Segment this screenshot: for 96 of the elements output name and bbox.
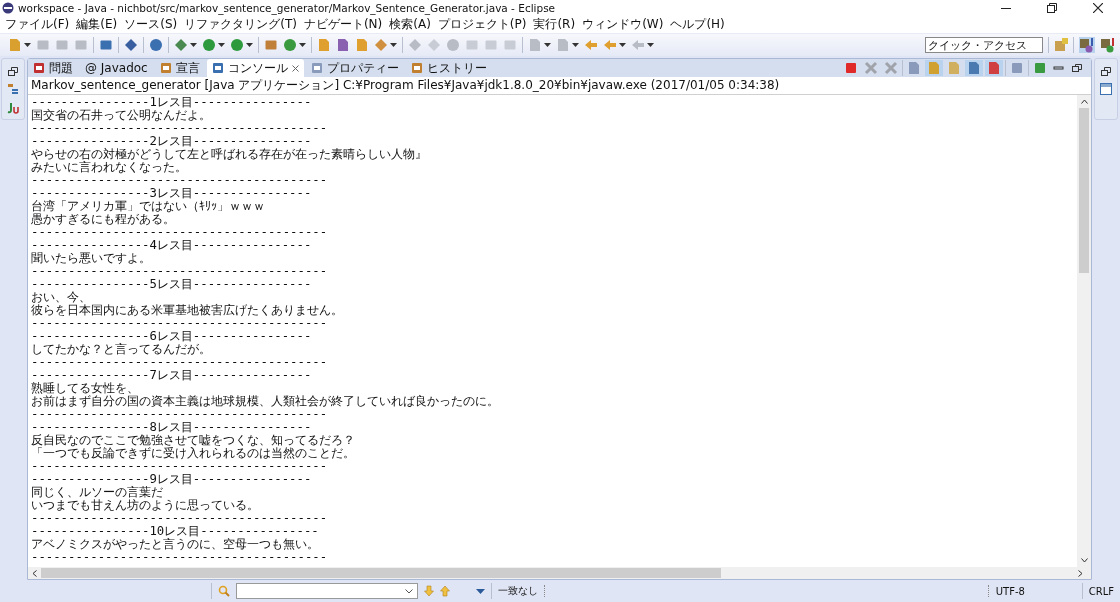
caret-icon[interactable]	[619, 43, 626, 47]
console-line: ----------------3レス目----------------	[31, 187, 313, 200]
find-field[interactable]	[235, 583, 418, 599]
search-icon	[217, 585, 230, 597]
view-icon	[310, 62, 323, 74]
caret-icon[interactable]	[190, 43, 197, 47]
view-icon	[410, 62, 423, 74]
caret-icon[interactable]	[299, 43, 306, 47]
console-line: ----------------10レス目----------------	[31, 525, 320, 538]
console-line: ----------------6レス目----------------	[31, 330, 313, 343]
view-tab[interactable]: 問題	[28, 59, 78, 77]
arrow-up-icon[interactable]	[439, 585, 450, 597]
caret-icon[interactable]	[572, 43, 579, 47]
menu-item[interactable]: 編集(E)	[76, 16, 118, 33]
console-line: 聞いたら悪いですよ。	[31, 252, 152, 265]
console-line: おい、今、	[31, 291, 92, 304]
console-line: 愚かすぎるにも程がある。	[31, 213, 176, 226]
menu-item[interactable]: リファクタリング(T)	[184, 16, 297, 33]
match-status: 一致なし	[497, 584, 538, 598]
console-line: ----------------4レス目----------------	[31, 239, 313, 252]
menu-item[interactable]: ウィンドウ(W)	[582, 16, 664, 33]
horizontal-scrollbar[interactable]	[28, 567, 1091, 579]
console-header: Markov_sentence_generator [Java アプリケーション] C:¥Program Files¥Java¥jdk1.8.0_20¥bin¥javaw.exe (2017/01/05 0:34:38)	[28, 77, 1091, 95]
console-line: ----------------------------------------	[31, 265, 329, 278]
console-line: 同じく、ルソーの言葉だ	[31, 486, 164, 499]
console-line: ----------------------------------------	[31, 356, 329, 369]
console-line: ----------------------------------------	[31, 408, 329, 421]
caret-icon[interactable]	[475, 588, 485, 594]
encoding-status: UTF-8	[995, 585, 1026, 597]
hierarchy-icon[interactable]	[7, 83, 19, 95]
line-ending-status: CRLF	[1088, 585, 1114, 597]
arrow-down-icon[interactable]	[423, 585, 434, 597]
remove-icon[interactable]	[862, 60, 880, 76]
console-line: 国交省の石井って公明なんだよ。	[31, 109, 212, 122]
console-line: いつまでも甘えん坊のように思っている。	[31, 499, 260, 512]
remove-all-icon[interactable]	[882, 60, 900, 76]
chevron-down-icon[interactable]	[404, 588, 413, 594]
console-line: ----------------8レス目----------------	[31, 421, 313, 434]
chevron-right-icon[interactable]	[1078, 569, 1083, 577]
console-line: ----------------------------------------	[31, 551, 329, 564]
console-line: ----------------7レス目----------------	[31, 369, 313, 382]
console-line: ----------------------------------------	[31, 122, 329, 135]
console-line: みたいに言われなくなった。	[31, 161, 187, 174]
menu-item[interactable]: ソース(S)	[124, 16, 178, 33]
console-line: ----------------1レス目----------------	[31, 96, 313, 109]
console-line: ----------------5レス目----------------	[31, 278, 313, 291]
view-icon	[211, 62, 224, 74]
console-line: 反自民なのでここで勉強させて嘘をつくな、知ってるだろ？	[31, 434, 356, 447]
console-line: お前はまず自分の国の資本主義は地球規模、人類社会が終了していれば良かったのに。	[31, 395, 500, 408]
console-line: ----------------2レス目----------------	[31, 135, 313, 148]
console-line: ----------------------------------------	[31, 174, 329, 187]
junit-icon[interactable]	[7, 102, 19, 114]
menu-item[interactable]: プロジェクト(P)	[437, 16, 527, 33]
chevron-up-icon[interactable]	[1080, 99, 1088, 104]
restore-icon[interactable]	[1047, 3, 1057, 13]
chevron-down-icon[interactable]	[1080, 558, 1088, 563]
restore-icon[interactable]	[1101, 67, 1111, 76]
view-tab[interactable]: ヒストリー	[405, 59, 492, 77]
quick-access-field[interactable]: クイック・アクセス	[925, 37, 1043, 53]
view-icon	[159, 62, 172, 74]
view-icon	[33, 62, 45, 74]
caret-icon[interactable]	[544, 43, 551, 47]
close-icon[interactable]	[1093, 3, 1103, 13]
caret-icon[interactable]	[218, 43, 225, 47]
chevron-left-icon[interactable]	[32, 569, 37, 577]
console-line: ----------------9レス目----------------	[31, 473, 313, 486]
back-arrow-icon[interactable]	[584, 38, 598, 52]
view-tab[interactable]: 宣言	[154, 59, 205, 77]
maximize-icon[interactable]	[1069, 61, 1085, 75]
console-line: ----------------------------------------	[31, 317, 329, 330]
outline-view-icon[interactable]	[1100, 83, 1112, 95]
view-tab[interactable]: コンソール	[206, 59, 304, 77]
console-line: ----------------------------------------	[31, 226, 329, 239]
menu-item[interactable]: ナビゲート(N)	[303, 16, 383, 33]
view-tab[interactable]: プロパティー	[305, 59, 404, 77]
view-tab[interactable]: @ Javadoc	[80, 59, 153, 77]
caret-icon[interactable]	[390, 43, 397, 47]
console-line: 彼らを日本国内にある米軍基地被害広げたくありません。	[31, 304, 344, 317]
caret-icon[interactable]	[24, 43, 31, 47]
menu-item[interactable]: ファイル(F)	[5, 16, 70, 33]
restore-icon[interactable]	[8, 67, 18, 76]
caret-icon[interactable]	[246, 43, 253, 47]
console-line: 熟睡してる女性を、	[31, 382, 140, 395]
window-title: workspace - Java - nichbot/src/markov_sentence_generator/Markov_Sentence_Generator.java - Eclipse	[18, 2, 556, 14]
menu-item[interactable]: ヘルプ(H)	[670, 16, 725, 33]
caret-icon[interactable]	[647, 43, 654, 47]
console-line: やらせの右の対極がどうして左と呼ばれる存在が在った素晴らしい人物』	[31, 148, 428, 161]
console-line: ----------------------------------------	[31, 512, 329, 525]
console-line: してたかな？と言ってるんだが。	[31, 343, 212, 356]
menu-item[interactable]: 検索(A)	[389, 16, 431, 33]
console-line: アベノミクスがやったと言うのに、空母一つも無い。	[31, 538, 320, 551]
vertical-scrollbar[interactable]	[1077, 95, 1091, 567]
console-line: ----------------------------------------	[31, 460, 329, 473]
console-line: 「一つでも反論できずに受け入れられるのは当然のことだ。	[31, 447, 356, 460]
console-line: 台湾「アメリカ軍」ではない（ｷﾘｯ」ｗｗｗ	[31, 200, 266, 213]
menu-item[interactable]: 実行(R)	[533, 16, 576, 33]
